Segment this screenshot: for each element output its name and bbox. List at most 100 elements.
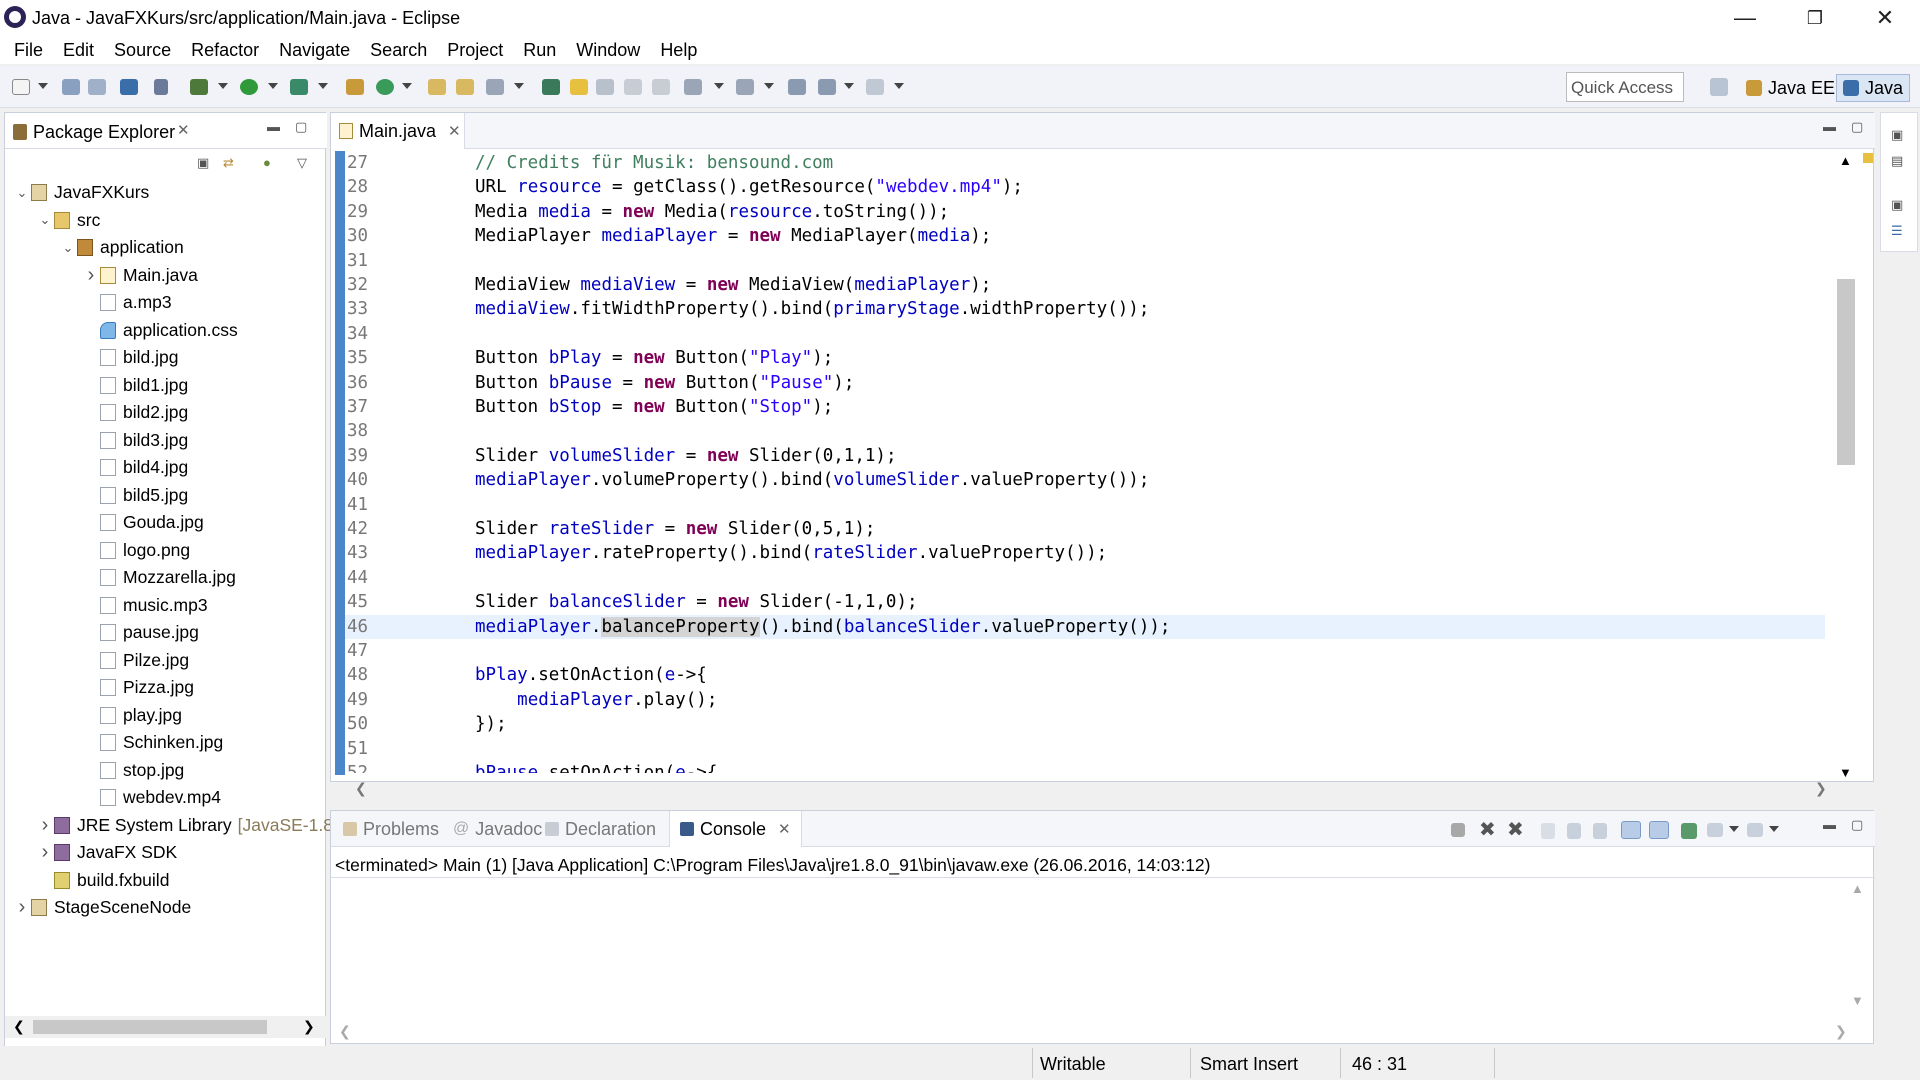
last-edit-location-icon[interactable] [788, 79, 806, 95]
word-wrap-icon[interactable] [596, 79, 614, 95]
code-line[interactable]: 39 Slider volumeSlider = new Slider(0,1,1… [345, 444, 1825, 468]
tree-item[interactable]: ⌄ src [36, 207, 101, 234]
menu-file[interactable]: File [4, 36, 53, 64]
task-list-icon[interactable]: ▤ [1891, 153, 1903, 169]
scroll-down-icon[interactable]: ▼ [1851, 993, 1864, 1008]
code-line[interactable]: 30 MediaPlayer mediaPlayer = new MediaPla… [345, 224, 1825, 248]
code-line[interactable]: 33 mediaView.fitWidthProperty().bind(prim… [345, 297, 1825, 321]
chevron-right-icon[interactable]: › [82, 264, 100, 287]
tree-item[interactable]: Gouda.jpg [82, 509, 204, 536]
tab-declaration[interactable]: Declaration [539, 811, 662, 847]
block-selection-icon[interactable] [624, 79, 642, 95]
code-line[interactable]: 43 mediaPlayer.rateProperty().bind(rateSl… [345, 541, 1825, 565]
scrollbar-thumb[interactable] [1837, 279, 1855, 465]
code-line[interactable]: 34 [345, 322, 1825, 346]
new-dropdown-icon[interactable] [38, 83, 48, 89]
horizontal-scrollbar[interactable]: ❮ ❯ [331, 1023, 1875, 1043]
code-line[interactable]: 36 Button bPause = new Button("Pause"); [345, 371, 1825, 395]
tree-item[interactable]: › JRE System Library [JavaSE-1.8 [36, 812, 333, 839]
perspective-java[interactable]: Java [1836, 74, 1911, 102]
tree-item[interactable]: a.mp3 [82, 289, 172, 316]
display-selected-console-icon[interactable] [1707, 823, 1723, 837]
vertical-scrollbar[interactable]: ▲ ▼ [1835, 153, 1857, 783]
close-icon[interactable]: ✕ [177, 121, 190, 139]
tree-item[interactable]: build.fxbuild [36, 867, 169, 894]
remove-all-terminated-icon[interactable]: ✖ [1507, 817, 1524, 842]
next-annotation-dropdown-icon[interactable] [714, 83, 724, 89]
back-icon[interactable] [818, 79, 836, 95]
package-explorer-tab[interactable]: Package Explorer ✕ ▬ ▢ [5, 113, 327, 149]
back-dropdown-icon[interactable] [844, 83, 854, 89]
code-line[interactable]: 50}); [345, 712, 1825, 736]
minimize-button[interactable]: — [1716, 0, 1774, 36]
tree-item[interactable]: application.css [82, 317, 238, 344]
scroll-left-icon[interactable]: ❮ [355, 780, 367, 797]
scroll-up-icon[interactable]: ▲ [1839, 153, 1852, 168]
previous-annotation-icon[interactable] [736, 79, 754, 95]
code-line[interactable]: 37 Button bStop = new Button("Stop"); [345, 395, 1825, 419]
open-console-dropdown-icon[interactable] [1769, 826, 1779, 832]
search-dropdown-icon[interactable] [514, 83, 524, 89]
maximize-view-icon[interactable]: ▢ [295, 119, 307, 135]
scrollbar-thumb[interactable] [33, 1020, 267, 1034]
previous-annotation-dropdown-icon[interactable] [764, 83, 774, 89]
code-area[interactable]: 27 // Credits für Musik: bensound.com 28 UR… [345, 149, 1825, 773]
show-console-stdout-icon[interactable] [1621, 821, 1641, 839]
minimize-view-icon[interactable]: ▬ [1823, 119, 1836, 134]
mark-occurrences-icon[interactable] [570, 79, 588, 95]
scroll-lock-icon[interactable] [1567, 823, 1581, 839]
scroll-right-icon[interactable]: ❯ [1815, 780, 1827, 797]
tree-item[interactable]: bild2.jpg [82, 399, 188, 426]
scroll-right-icon[interactable]: ❯ [303, 1018, 315, 1035]
run-dropdown-icon[interactable] [268, 83, 278, 89]
code-line[interactable]: 47 [345, 639, 1825, 663]
code-line[interactable]: 51 [345, 737, 1825, 761]
scroll-down-icon[interactable]: ▼ [1839, 765, 1852, 780]
run-icon[interactable] [240, 79, 258, 95]
tree-item[interactable]: bild5.jpg [82, 482, 188, 509]
tree-item[interactable]: bild1.jpg [82, 372, 188, 399]
open-perspective-icon[interactable] [1710, 78, 1728, 96]
menu-refactor[interactable]: Refactor [181, 36, 269, 64]
code-line[interactable]: 32 MediaView mediaView = new MediaView(me… [345, 273, 1825, 297]
tree-item[interactable]: bild4.jpg [82, 454, 188, 481]
perspective-java-ee[interactable]: Java EE [1740, 74, 1841, 102]
code-line[interactable]: 41 [345, 493, 1825, 517]
toggle-breadcrumb-icon[interactable] [542, 79, 560, 95]
code-line[interactable]: 49 mediaPlayer.play(); [345, 688, 1825, 712]
tree-item[interactable]: › Main.java [82, 262, 198, 289]
menu-run[interactable]: Run [513, 36, 566, 64]
scroll-right-icon[interactable]: ❯ [1835, 1023, 1847, 1040]
coverage-icon[interactable] [290, 79, 308, 95]
forward-icon[interactable] [866, 79, 884, 95]
tab-main-java[interactable]: Main.java ✕ [331, 113, 465, 149]
tree-item[interactable]: ⌄ JavaFXKurs [13, 179, 150, 206]
open-type-icon[interactable] [428, 79, 446, 95]
code-line[interactable]: 31 [345, 249, 1825, 273]
restore-button[interactable]: ❐ [1786, 0, 1844, 36]
terminate-icon[interactable] [1451, 823, 1465, 837]
tree-item[interactable]: › JavaFX SDK [36, 839, 178, 866]
code-line[interactable]: 38 [345, 419, 1825, 443]
chevron-right-icon[interactable]: › [36, 841, 54, 864]
skip-breakpoints-icon[interactable] [154, 79, 168, 95]
chevron-down-icon[interactable]: ⌄ [59, 240, 77, 256]
tree-item[interactable]: bild.jpg [82, 344, 178, 371]
next-annotation-icon[interactable] [684, 79, 702, 95]
search-icon[interactable] [486, 79, 504, 95]
menu-source[interactable]: Source [104, 36, 181, 64]
code-line[interactable]: 27 // Credits für Musik: bensound.com [345, 151, 1825, 175]
open-console-icon[interactable] [120, 79, 138, 95]
new-icon[interactable] [12, 79, 30, 95]
tree-item[interactable]: logo.png [82, 537, 190, 564]
tree-item[interactable]: Schinken.jpg [82, 729, 223, 756]
word-wrap-icon[interactable] [1593, 823, 1607, 839]
debug-icon[interactable] [190, 79, 208, 95]
code-line[interactable]: 40 mediaPlayer.volumeProperty().bind(volu… [345, 468, 1825, 492]
warning-marker[interactable] [1863, 153, 1873, 163]
code-line[interactable]: 46 mediaPlayer.balanceProperty().bind(bal… [345, 614, 1825, 639]
chevron-down-icon[interactable]: ⌄ [13, 185, 31, 201]
open-console-icon[interactable] [1747, 823, 1763, 837]
tree-item[interactable]: play.jpg [82, 702, 182, 729]
save-icon[interactable] [62, 79, 80, 95]
